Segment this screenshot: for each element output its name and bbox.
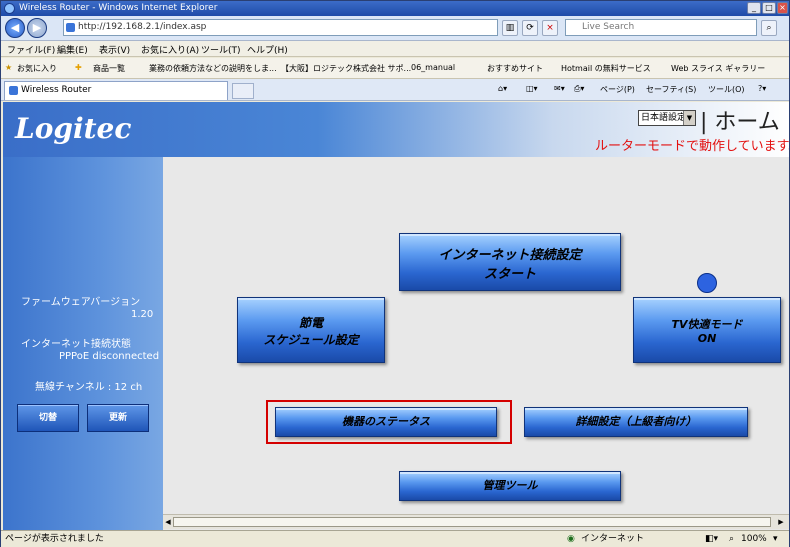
scroll-left-icon[interactable]: ◀: [164, 517, 172, 527]
mode-message: ルーターモードで動作しています。: [595, 139, 789, 154]
zoom-icon: ⌕: [729, 534, 735, 544]
main-panel: インターネット接続設定 スタート 節電 スケジュール設定 TV快適モード ON …: [163, 157, 789, 530]
favorites-label[interactable]: お気に入り: [17, 63, 57, 74]
horizontal-scrollbar[interactable]: ◀ ▶: [163, 514, 789, 529]
scroll-right-icon[interactable]: ▶: [777, 517, 785, 527]
stop-icon[interactable]: ×: [542, 20, 558, 36]
fav-item-5[interactable]: おすすめサイト: [487, 63, 543, 74]
eco-line2: スケジュール設定: [263, 333, 359, 347]
compatibility-icon[interactable]: ▥: [502, 20, 518, 36]
tv-line2: ON: [697, 332, 717, 345]
print-icon[interactable]: ⎙▾: [574, 84, 584, 94]
page-icon: [66, 23, 75, 32]
fav-item-7[interactable]: Web スライス ギャラリー: [671, 63, 765, 74]
highlight-box: [266, 400, 512, 444]
page-content: Logitec 日本語設定 ▼ | ホーム | ルーターモードで動作しています。…: [3, 102, 789, 530]
fav-item-4[interactable]: 06_manual: [411, 63, 455, 72]
wireless-channel: 無線チャンネル : 12 ch: [35, 382, 143, 393]
eco-schedule-button[interactable]: 節電 スケジュール設定: [237, 297, 385, 363]
zoom-level[interactable]: 100%: [741, 531, 767, 547]
ie-icon: [4, 3, 15, 14]
command-bar: ⌂▾ ◫▾ ✉▾ ⎙▾ ページ(P) セーフティ(S) ツール(O) ?▾: [496, 82, 786, 98]
fav-item-3[interactable]: 【大阪】ロジテック株式会社 サポ...: [281, 63, 411, 74]
language-value: 日本語設定: [641, 113, 687, 123]
tv-mode-indicator: [697, 273, 717, 293]
mail-icon[interactable]: ✉▾: [554, 84, 565, 93]
new-tab-button[interactable]: [232, 83, 254, 99]
maximize-button[interactable]: □: [762, 2, 776, 14]
address-toolbar: ◀ ▶ http://192.168.2.1/index.asp ▥ ⟳ × L…: [1, 16, 789, 41]
fav-item-2[interactable]: 業務の依頼方法などの説明をしま...: [149, 63, 277, 74]
chevron-down-icon: ▼: [683, 111, 695, 125]
command-safety[interactable]: セーフティ(S): [646, 84, 696, 95]
window-title: Wireless Router - Windows Internet Explo…: [19, 3, 218, 13]
switch-button[interactable]: 切替: [17, 404, 79, 432]
admin-tools-button[interactable]: 管理ツール: [399, 471, 621, 501]
menu-help[interactable]: ヘルプ(H): [247, 43, 288, 56]
router-header: Logitec 日本語設定 ▼ | ホーム | ルーターモードで動作しています。: [3, 102, 789, 157]
add-favorite-icon[interactable]: ✚: [75, 63, 82, 72]
menu-file[interactable]: ファイル(F): [7, 43, 55, 56]
firmware-label: ファームウェアバージョン: [21, 297, 141, 308]
language-select[interactable]: 日本語設定 ▼: [638, 110, 696, 126]
back-button[interactable]: ◀: [5, 18, 25, 38]
scroll-thumb[interactable]: [173, 517, 771, 527]
address-url: http://192.168.2.1/index.asp: [78, 22, 207, 32]
close-button[interactable]: ×: [777, 2, 788, 14]
menu-favorites[interactable]: お気に入り(A): [141, 43, 199, 56]
advanced-settings-button[interactable]: 詳細設定（上級者向け）: [524, 407, 748, 437]
tab-title: Wireless Router: [21, 85, 92, 95]
eco-line1: 節電: [298, 316, 323, 330]
internet-status-label: インターネット接続状態: [21, 339, 131, 350]
globe-icon: ◉: [567, 534, 575, 544]
zoom-chevron-icon[interactable]: ▾: [773, 531, 778, 547]
internet-status: PPPoE disconnected: [59, 351, 160, 362]
internet-setup-line1: インターネット接続設定: [438, 248, 582, 263]
command-page[interactable]: ページ(P): [600, 84, 635, 95]
logitec-logo: Logitec: [15, 112, 132, 145]
search-input[interactable]: Live Search: [565, 19, 757, 36]
status-bar: ページが表示されました ◉ インターネット ◧▾ ⌕ 100% ▾: [1, 530, 789, 547]
internet-setup-line2: スタート: [483, 267, 536, 282]
forward-button[interactable]: ▶: [27, 18, 47, 38]
sidebar: ファームウェアバージョン 1.20 インターネット接続状態 PPPoE disc…: [3, 157, 163, 530]
help-icon[interactable]: ?▾: [758, 84, 766, 93]
protected-mode-icon[interactable]: ◧▾: [705, 531, 718, 547]
tv-mode-button[interactable]: TV快適モード ON: [633, 297, 781, 363]
star-icon: ★: [5, 63, 13, 72]
home-icon[interactable]: ⌂▾: [498, 84, 507, 93]
address-field[interactable]: http://192.168.2.1/index.asp: [63, 19, 498, 36]
tab-bar: Wireless Router ⌂▾ ◫▾ ✉▾ ⎙▾ ページ(P) セーフティ…: [1, 79, 789, 101]
search-icon[interactable]: ⌕: [761, 20, 777, 36]
status-text: ページが表示されました: [5, 534, 104, 544]
refresh-icon[interactable]: ⟳: [522, 20, 538, 36]
command-tools[interactable]: ツール(O): [708, 84, 745, 95]
tv-line1: TV快適モード: [671, 318, 743, 331]
minimize-button[interactable]: _: [747, 2, 761, 14]
internet-setup-button[interactable]: インターネット接続設定 スタート: [399, 233, 621, 291]
tab-wireless-router[interactable]: Wireless Router: [4, 81, 228, 100]
update-button[interactable]: 更新: [87, 404, 149, 432]
menu-bar: ファイル(F) 編集(E) 表示(V) お気に入り(A) ツール(T) ヘルプ(…: [1, 41, 789, 57]
feeds-icon[interactable]: ◫▾: [526, 84, 538, 93]
browser-window: Wireless Router - Windows Internet Explo…: [0, 0, 790, 547]
title-bar: Wireless Router - Windows Internet Explo…: [1, 1, 789, 16]
menu-view[interactable]: 表示(V): [99, 43, 130, 56]
favorites-bar: ★ お気に入り ✚ 商品一覧 業務の依頼方法などの説明をしま... 【大阪】ロジ…: [1, 58, 789, 79]
menu-tools[interactable]: ツール(T): [201, 43, 241, 56]
home-link[interactable]: | ホーム |: [700, 104, 789, 136]
fav-item-1[interactable]: 商品一覧: [93, 63, 125, 74]
security-zone: インターネット: [581, 534, 645, 544]
search-placeholder: Live Search: [582, 22, 635, 32]
firmware-version: 1.20: [131, 309, 154, 320]
fav-item-6[interactable]: Hotmail の無料サービス: [561, 63, 651, 74]
menu-edit[interactable]: 編集(E): [57, 43, 88, 56]
page-icon: [9, 86, 18, 95]
